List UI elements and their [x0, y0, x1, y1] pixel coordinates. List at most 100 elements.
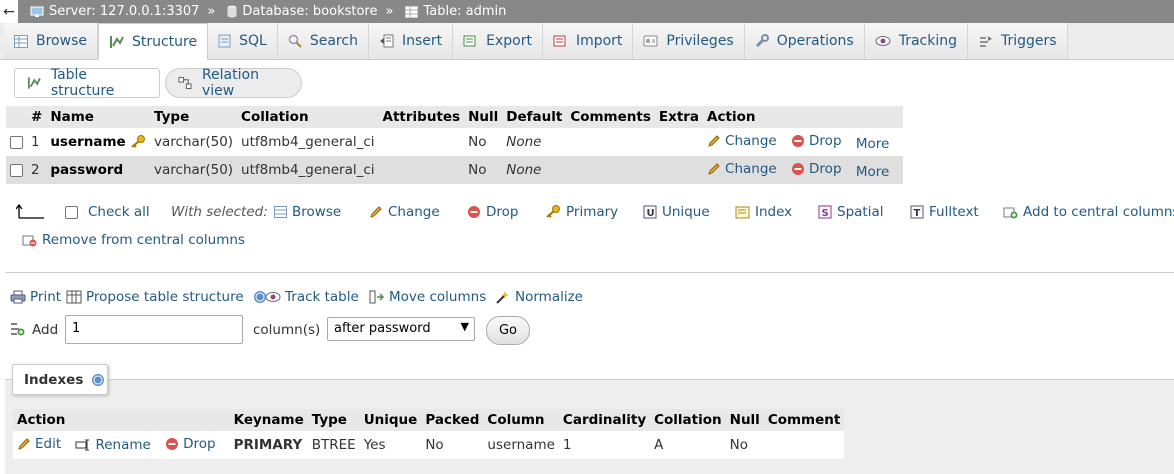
- tab-import[interactable]: Import: [542, 23, 634, 59]
- drop-icon: [468, 206, 480, 218]
- sql-icon: [218, 34, 231, 48]
- index-comment: [763, 431, 845, 459]
- index-unique: Yes: [359, 431, 422, 459]
- column-count-input[interactable]: 1: [65, 315, 243, 344]
- drop-link[interactable]: Drop: [791, 133, 842, 149]
- tracking-icon: [265, 292, 281, 302]
- change-link[interactable]: Change: [707, 133, 777, 149]
- breadcrumb-database[interactable]: Database: bookstore: [227, 4, 378, 19]
- tab-operations[interactable]: Operations: [744, 23, 865, 59]
- bulk-unique-button[interactable]: U Unique: [643, 204, 710, 220]
- pencil-icon: [18, 437, 30, 450]
- with-selected-label: With selected:: [171, 204, 268, 220]
- row-actions: Change Drop More: [703, 156, 904, 184]
- bulk-browse-button[interactable]: Browse: [274, 204, 341, 220]
- bulk-drop-label: Drop: [486, 204, 519, 220]
- header-name[interactable]: Name: [46, 106, 151, 128]
- indexes-table: Action Keyname Type Unique Packed Column…: [13, 409, 845, 459]
- bulk-index-button[interactable]: Index: [735, 204, 792, 220]
- table-structure-button[interactable]: Table structure: [14, 67, 160, 99]
- tab-search[interactable]: Search: [277, 23, 369, 59]
- tab-insert-label: Insert: [401, 33, 443, 49]
- move-columns-link[interactable]: Move columns: [369, 289, 486, 305]
- row-checkbox[interactable]: [10, 135, 23, 149]
- export-icon: [463, 35, 476, 47]
- tab-export[interactable]: Export: [453, 23, 543, 59]
- breadcrumb-table[interactable]: Table: admin: [405, 4, 506, 19]
- row-default: None: [502, 156, 567, 184]
- bulk-change-button[interactable]: Change: [369, 204, 440, 220]
- index-rename-link[interactable]: Rename: [75, 437, 151, 453]
- bulk-fulltext-button[interactable]: T Fulltext: [910, 204, 979, 220]
- idx-header-type: Type: [307, 409, 360, 431]
- pencil-icon: [708, 162, 720, 175]
- row-collation: utf8mb4_general_ci: [237, 156, 379, 184]
- tab-import-label: Import: [575, 33, 623, 49]
- tab-browse[interactable]: Browse: [4, 23, 98, 59]
- bulk-change-label: Change: [388, 204, 440, 220]
- idx-header-unique: Unique: [359, 409, 422, 431]
- tab-privileges[interactable]: Privileges: [633, 23, 745, 59]
- track-table-link[interactable]: Track table: [265, 289, 359, 305]
- with-selected-bar: Check all With selected: Browse Change D…: [0, 200, 1174, 248]
- row-name-cell: username: [46, 128, 151, 156]
- tab-tracking[interactable]: Tracking: [864, 23, 968, 59]
- bulk-drop-button[interactable]: Drop: [467, 204, 518, 220]
- tab-sql[interactable]: SQL: [208, 23, 278, 59]
- print-label: Print: [30, 289, 62, 305]
- row-attributes: [378, 156, 465, 184]
- index-type: BTREE: [307, 431, 360, 459]
- more-dropdown[interactable]: More: [856, 136, 889, 152]
- column-position-value: after password: [334, 321, 431, 336]
- relation-view-button[interactable]: Relation view: [165, 67, 302, 99]
- remove-central-columns-button[interactable]: Remove from central columns: [22, 232, 245, 248]
- drop-link[interactable]: Drop: [791, 161, 842, 177]
- database-icon: [227, 5, 237, 18]
- primary-key-icon: [546, 205, 560, 218]
- svg-text:T: T: [914, 208, 921, 219]
- row-checkbox[interactable]: [10, 163, 23, 177]
- breadcrumb-database-label: Database: bookstore: [242, 4, 378, 19]
- bulk-index-label: Index: [755, 204, 793, 220]
- columns-unit-label: column(s): [253, 322, 321, 338]
- add-central-columns-button[interactable]: Add to central columns: [1003, 204, 1174, 220]
- tab-triggers[interactable]: Triggers: [968, 23, 1068, 59]
- index-null: No: [725, 431, 764, 459]
- row-comments: [566, 128, 655, 156]
- go-button[interactable]: Go: [486, 316, 530, 345]
- header-default: Default: [502, 106, 567, 128]
- propose-structure-label: Propose table structure: [86, 289, 244, 305]
- row-num: 1: [27, 128, 47, 156]
- column-name[interactable]: password: [50, 162, 123, 178]
- index-edit-link[interactable]: Edit: [17, 436, 61, 452]
- row-extra: [654, 156, 704, 184]
- breadcrumb: ← Server: 127.0.0.1:3307 » Database: boo…: [0, 0, 1174, 23]
- unique-icon: U: [643, 205, 657, 219]
- breadcrumb-server[interactable]: Server: 127.0.0.1:3307: [30, 4, 199, 19]
- print-link[interactable]: Print: [10, 289, 61, 305]
- normalize-link[interactable]: Normalize: [495, 289, 583, 305]
- breadcrumb-table-label: Table: admin: [423, 4, 507, 19]
- bulk-primary-label: Primary: [566, 204, 619, 220]
- index-keyname: PRIMARY: [229, 431, 308, 459]
- bulk-primary-button[interactable]: Primary: [545, 204, 618, 220]
- change-link[interactable]: Change: [707, 161, 777, 177]
- column-position-select[interactable]: after password ▼: [327, 317, 475, 341]
- tab-structure[interactable]: Structure: [97, 23, 209, 60]
- index-icon: [735, 206, 750, 218]
- back-arrow-icon[interactable]: ←: [0, 0, 18, 23]
- table-structure-label: Table structure: [50, 67, 115, 99]
- column-name[interactable]: username: [50, 134, 125, 150]
- propose-structure-link[interactable]: Propose table structure: [66, 289, 271, 305]
- more-dropdown[interactable]: More: [856, 164, 889, 180]
- track-table-label: Track table: [285, 289, 359, 305]
- bulk-fulltext-label: Fulltext: [929, 204, 979, 220]
- index-drop-link[interactable]: Drop: [165, 436, 216, 452]
- check-all-checkbox[interactable]: [65, 206, 78, 219]
- check-all-label[interactable]: Check all: [88, 204, 150, 220]
- idx-header-column: Column: [483, 409, 559, 431]
- bulk-spatial-button[interactable]: S Spatial: [818, 204, 883, 220]
- tab-insert[interactable]: Insert: [368, 23, 454, 59]
- row-type: varchar(50): [150, 156, 238, 184]
- help-icon[interactable]: [91, 373, 105, 387]
